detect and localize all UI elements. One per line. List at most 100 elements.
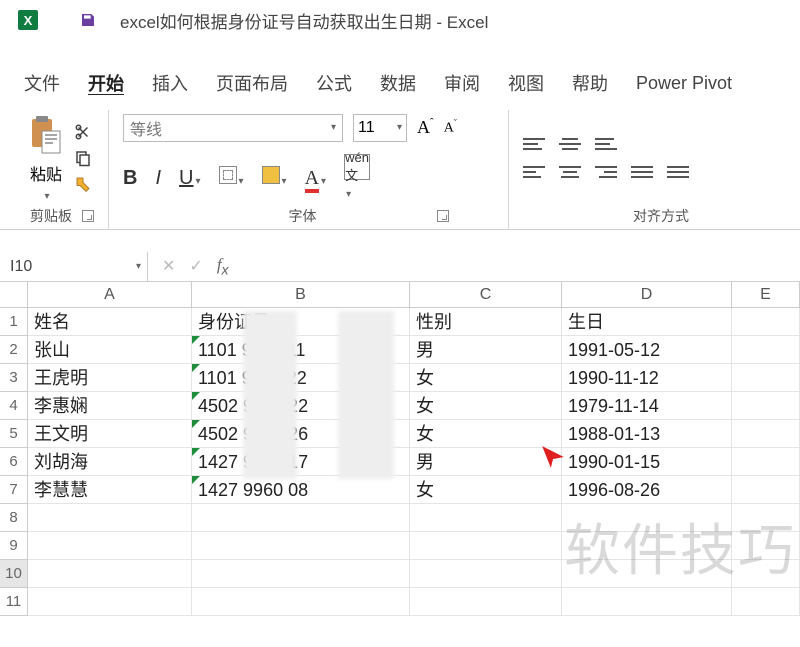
col-header-D[interactable]: D xyxy=(562,282,732,308)
cell[interactable]: 1427 9960 08 xyxy=(192,476,410,504)
cell[interactable] xyxy=(562,588,732,616)
font-color-button[interactable]: A▾ xyxy=(305,167,326,190)
align-bottom-icon[interactable] xyxy=(595,135,617,153)
cell[interactable]: 王虎明 xyxy=(28,364,192,392)
cell[interactable] xyxy=(28,560,192,588)
cell[interactable]: 1979-11-14 xyxy=(562,392,732,420)
underline-button[interactable]: U▾ xyxy=(179,167,200,190)
cell[interactable] xyxy=(192,532,410,560)
tab-layout[interactable]: 页面布局 xyxy=(216,70,288,96)
name-box[interactable]: I10 ▾ xyxy=(0,252,148,282)
cell[interactable] xyxy=(410,504,562,532)
border-button[interactable]: ▾ xyxy=(219,166,244,190)
increase-indent-icon[interactable] xyxy=(667,163,689,181)
select-all-corner[interactable] xyxy=(0,282,28,308)
col-header-E[interactable]: E xyxy=(732,282,800,308)
align-left-icon[interactable] xyxy=(523,163,545,181)
cell[interactable] xyxy=(28,504,192,532)
cell[interactable] xyxy=(192,504,410,532)
cell[interactable] xyxy=(28,588,192,616)
tab-home[interactable]: 开始 xyxy=(88,70,124,96)
tab-help[interactable]: 帮助 xyxy=(572,70,608,96)
row-header[interactable]: 9 xyxy=(0,532,28,560)
col-header-A[interactable]: A xyxy=(28,282,192,308)
paste-button[interactable]: 粘贴 ▾ xyxy=(30,115,62,202)
col-header-B[interactable]: B xyxy=(192,282,410,308)
row-header[interactable]: 7 xyxy=(0,476,28,504)
cell[interactable]: 性别 xyxy=(410,308,562,336)
cell[interactable] xyxy=(410,560,562,588)
cell[interactable]: 女 xyxy=(410,476,562,504)
copy-icon[interactable] xyxy=(72,149,94,167)
cell[interactable] xyxy=(192,588,410,616)
align-top-icon[interactable] xyxy=(523,135,545,153)
cell[interactable] xyxy=(410,532,562,560)
row-header[interactable]: 4 xyxy=(0,392,28,420)
font-size-select[interactable]: 11 ▾ xyxy=(353,114,407,142)
row-header[interactable]: 6 xyxy=(0,448,28,476)
align-center-icon[interactable] xyxy=(559,163,581,181)
shrink-font-icon[interactable]: Aˇ xyxy=(444,118,457,137)
tab-review[interactable]: 审阅 xyxy=(444,70,480,96)
cell[interactable] xyxy=(562,560,732,588)
bold-button[interactable]: B xyxy=(123,167,137,190)
cell[interactable]: 1988-01-13 xyxy=(562,420,732,448)
align-middle-icon[interactable] xyxy=(559,135,581,153)
row-header[interactable]: 5 xyxy=(0,420,28,448)
cell[interactable]: 1990-11-12 xyxy=(562,364,732,392)
cell[interactable] xyxy=(192,560,410,588)
cell[interactable] xyxy=(732,504,800,532)
cell[interactable]: 1990-01-15 xyxy=(562,448,732,476)
cell[interactable]: 刘胡海 xyxy=(28,448,192,476)
col-header-C[interactable]: C xyxy=(410,282,562,308)
font-launcher-icon[interactable] xyxy=(437,210,449,222)
tab-insert[interactable]: 插入 xyxy=(152,70,188,96)
tab-powerpivot[interactable]: Power Pivot xyxy=(636,73,732,94)
cancel-formula-icon[interactable]: ✕ xyxy=(162,256,175,276)
cell[interactable]: 女 xyxy=(410,392,562,420)
cell[interactable] xyxy=(732,476,800,504)
tab-formula[interactable]: 公式 xyxy=(316,70,352,96)
cell[interactable] xyxy=(732,560,800,588)
cell[interactable]: 李惠娴 xyxy=(28,392,192,420)
cell[interactable]: 姓名 xyxy=(28,308,192,336)
phonetic-guide-button[interactable]: wén文▾ xyxy=(344,154,370,203)
cell[interactable]: 男 xyxy=(410,336,562,364)
italic-button[interactable]: I xyxy=(155,167,161,190)
cell[interactable]: 1996-08-26 xyxy=(562,476,732,504)
cell[interactable]: 1991-05-12 xyxy=(562,336,732,364)
cell[interactable]: 女 xyxy=(410,364,562,392)
cell[interactable] xyxy=(732,448,800,476)
cell[interactable] xyxy=(562,504,732,532)
tab-file[interactable]: 文件 xyxy=(24,70,60,96)
row-header[interactable]: 2 xyxy=(0,336,28,364)
cell[interactable] xyxy=(732,420,800,448)
grow-font-icon[interactable]: Aˆ xyxy=(417,117,434,138)
fx-icon[interactable]: fx xyxy=(217,255,229,278)
save-icon[interactable] xyxy=(80,12,96,28)
align-right-icon[interactable] xyxy=(595,163,617,181)
cell[interactable] xyxy=(732,392,800,420)
cell[interactable] xyxy=(732,532,800,560)
enter-formula-icon[interactable]: ✓ xyxy=(189,256,202,276)
clipboard-launcher-icon[interactable] xyxy=(82,210,94,222)
row-header[interactable]: 10 xyxy=(0,560,28,588)
cell[interactable]: 生日 xyxy=(562,308,732,336)
row-header[interactable]: 11 xyxy=(0,588,28,616)
row-header[interactable]: 3 xyxy=(0,364,28,392)
decrease-indent-icon[interactable] xyxy=(631,163,653,181)
format-painter-icon[interactable] xyxy=(72,175,94,193)
tab-data[interactable]: 数据 xyxy=(380,70,416,96)
tab-view[interactable]: 视图 xyxy=(508,70,544,96)
row-header[interactable]: 8 xyxy=(0,504,28,532)
cell[interactable] xyxy=(732,308,800,336)
cell[interactable] xyxy=(732,336,800,364)
row-header[interactable]: 1 xyxy=(0,308,28,336)
cell[interactable]: 李慧慧 xyxy=(28,476,192,504)
cell[interactable] xyxy=(562,532,732,560)
fill-color-button[interactable]: ▾ xyxy=(262,166,287,190)
font-name-select[interactable]: 等线 ▾ xyxy=(123,114,343,142)
cell[interactable]: 王文明 xyxy=(28,420,192,448)
cell[interactable] xyxy=(732,588,800,616)
cell[interactable] xyxy=(732,364,800,392)
